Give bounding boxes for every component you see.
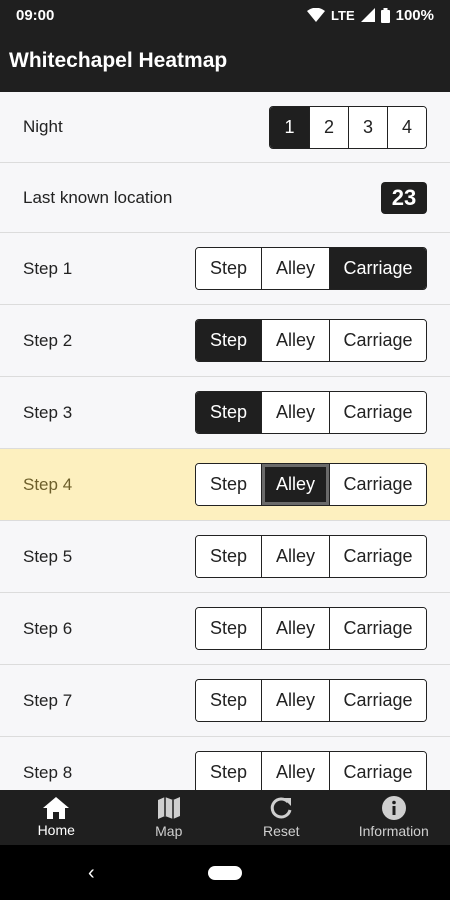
step-row-current: Step 4 Step Alley Carriage bbox=[0, 449, 450, 521]
step-option-step[interactable]: Step bbox=[196, 392, 261, 433]
step-option-carriage[interactable]: Carriage bbox=[329, 320, 426, 361]
step-option-step[interactable]: Step bbox=[196, 248, 261, 289]
step-option-alley[interactable]: Alley bbox=[261, 536, 329, 577]
app-bar: Whitechapel Heatmap bbox=[0, 30, 450, 92]
night-option-1[interactable]: 1 bbox=[270, 106, 309, 148]
step-mode-selector: Step Alley Carriage bbox=[195, 463, 427, 506]
night-option-4[interactable]: 4 bbox=[387, 106, 426, 148]
night-selector: 1 2 3 4 bbox=[269, 105, 427, 149]
nav-reset-label: Reset bbox=[262, 823, 300, 839]
step-option-carriage[interactable]: Carriage bbox=[329, 680, 426, 721]
step-option-alley[interactable]: Alley bbox=[261, 752, 329, 790]
steps-list: Step 1 Step Alley Carriage Step 2 Step A… bbox=[0, 233, 450, 790]
step-option-carriage[interactable]: Carriage bbox=[329, 608, 426, 649]
step-option-alley[interactable]: Alley bbox=[261, 680, 329, 721]
map-icon bbox=[157, 797, 180, 819]
step-label: Step 2 bbox=[23, 330, 73, 350]
step-mode-selector: Step Alley Carriage bbox=[195, 247, 427, 290]
reset-icon bbox=[271, 797, 292, 819]
step-mode-selector: Step Alley Carriage bbox=[195, 535, 427, 578]
nav-home-label: Home bbox=[37, 822, 75, 838]
signal-icon bbox=[360, 8, 375, 22]
step-label: Step 6 bbox=[23, 618, 73, 638]
step-label: Step 3 bbox=[23, 402, 73, 422]
step-row: Step 3 Step Alley Carriage bbox=[0, 377, 450, 449]
step-mode-selector: Step Alley Carriage bbox=[195, 319, 427, 362]
home-pill[interactable] bbox=[208, 865, 242, 880]
battery-icon bbox=[380, 7, 390, 23]
step-label: Step 7 bbox=[23, 690, 73, 710]
status-bar: 09:00 LTE 100% bbox=[0, 0, 450, 30]
step-row: Step 8 Step Alley Carriage bbox=[0, 737, 450, 790]
step-option-carriage[interactable]: Carriage bbox=[329, 752, 426, 790]
step-row: Step 7 Step Alley Carriage bbox=[0, 665, 450, 737]
bottom-navigation: Home Map Reset Information bbox=[0, 790, 450, 845]
battery-level: 100% bbox=[395, 6, 434, 24]
wifi-icon bbox=[307, 8, 326, 22]
step-option-step[interactable]: Step bbox=[196, 608, 261, 649]
step-option-alley[interactable]: Alley bbox=[261, 464, 329, 505]
night-option-2[interactable]: 2 bbox=[309, 106, 348, 148]
step-row: Step 6 Step Alley Carriage bbox=[0, 593, 450, 665]
step-row: Step 2 Step Alley Carriage bbox=[0, 305, 450, 377]
step-option-step[interactable]: Step bbox=[196, 752, 261, 790]
network-type: LTE bbox=[331, 7, 355, 23]
step-row: Step 5 Step Alley Carriage bbox=[0, 521, 450, 593]
location-row: Last known location 23 bbox=[0, 163, 450, 233]
nav-information-label: Information bbox=[358, 823, 429, 839]
status-icons: LTE 100% bbox=[307, 7, 434, 24]
step-mode-selector: Step Alley Carriage bbox=[195, 751, 427, 790]
step-mode-selector: Step Alley Carriage bbox=[195, 679, 427, 722]
location-label: Last known location bbox=[23, 187, 173, 207]
main-content: Night 1 2 3 4 Last known location 23 Ste… bbox=[0, 92, 450, 790]
step-label: Step 4 bbox=[23, 474, 73, 494]
location-badge[interactable]: 23 bbox=[381, 181, 427, 214]
step-label: Step 5 bbox=[23, 546, 73, 566]
back-icon[interactable]: ‹ bbox=[88, 862, 95, 885]
info-icon bbox=[381, 796, 406, 820]
nav-information[interactable]: Information bbox=[338, 790, 450, 845]
app-title: Whitechapel Heatmap bbox=[9, 49, 228, 72]
step-option-step[interactable]: Step bbox=[196, 464, 261, 505]
status-time: 09:00 bbox=[16, 6, 55, 24]
step-option-carriage[interactable]: Carriage bbox=[329, 536, 426, 577]
nav-map[interactable]: Map bbox=[113, 790, 226, 845]
step-option-carriage[interactable]: Carriage bbox=[329, 464, 426, 505]
step-option-alley[interactable]: Alley bbox=[261, 608, 329, 649]
step-option-carriage[interactable]: Carriage bbox=[329, 248, 426, 289]
nav-home[interactable]: Home bbox=[0, 790, 113, 845]
step-label: Step 1 bbox=[23, 258, 73, 278]
step-option-alley[interactable]: Alley bbox=[261, 320, 329, 361]
night-row: Night 1 2 3 4 bbox=[0, 92, 450, 163]
step-row: Step 1 Step Alley Carriage bbox=[0, 233, 450, 305]
step-mode-selector: Step Alley Carriage bbox=[195, 391, 427, 434]
step-option-step[interactable]: Step bbox=[196, 536, 261, 577]
night-label: Night bbox=[23, 117, 63, 136]
step-option-step[interactable]: Step bbox=[196, 680, 261, 721]
nav-map-label: Map bbox=[155, 823, 183, 839]
night-option-3[interactable]: 3 bbox=[348, 106, 387, 148]
home-icon bbox=[43, 797, 70, 819]
step-option-alley[interactable]: Alley bbox=[261, 248, 329, 289]
nav-reset[interactable]: Reset bbox=[225, 790, 338, 845]
system-navigation-bar: ‹ bbox=[0, 845, 450, 900]
step-mode-selector: Step Alley Carriage bbox=[195, 607, 427, 650]
step-option-carriage[interactable]: Carriage bbox=[329, 392, 426, 433]
step-label: Step 8 bbox=[23, 762, 73, 782]
step-option-step[interactable]: Step bbox=[196, 320, 261, 361]
step-option-alley[interactable]: Alley bbox=[261, 392, 329, 433]
